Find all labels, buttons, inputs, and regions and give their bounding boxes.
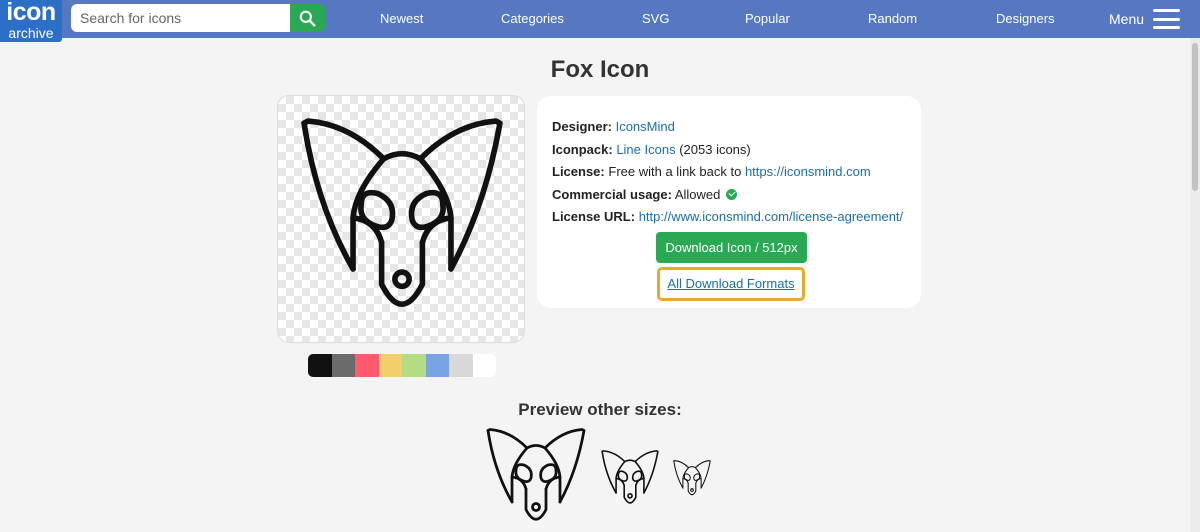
menu-label: Menu xyxy=(1109,11,1145,27)
site-logo[interactable]: icon archive xyxy=(0,0,62,42)
hamburger-icon xyxy=(1153,9,1181,29)
page-title: Fox Icon xyxy=(550,56,650,83)
fox-icon-small[interactable] xyxy=(673,460,711,498)
commercial-row: Commercial usage: Allowed xyxy=(552,184,906,207)
menu-button[interactable]: Menu xyxy=(1109,0,1181,38)
nav-newest[interactable]: Newest xyxy=(380,0,423,38)
nav-svg[interactable]: SVG xyxy=(642,0,669,38)
icon-preview xyxy=(277,95,525,343)
iconpack-row: Iconpack: Line Icons (2053 icons) xyxy=(552,139,906,162)
iconpack-link[interactable]: Line Icons xyxy=(616,142,675,157)
nav-random[interactable]: Random xyxy=(868,0,917,38)
top-navigation-bar: icon archive Newest Categories SVG Popul… xyxy=(0,0,1200,42)
logo-text-archive: archive xyxy=(8,25,54,41)
fox-icon-medium[interactable] xyxy=(601,450,659,508)
nav-popular[interactable]: Popular xyxy=(745,0,790,38)
designer-label: Designer: xyxy=(552,119,612,134)
license-row: License: Free with a link back to https:… xyxy=(552,161,906,184)
fox-icon xyxy=(300,118,504,322)
swatch-blue[interactable] xyxy=(425,354,449,377)
designer-link[interactable]: IconsMind xyxy=(616,119,675,134)
nav-categories[interactable]: Categories xyxy=(501,0,564,38)
fox-icon-large[interactable] xyxy=(486,428,586,528)
swatch-light-gray[interactable] xyxy=(449,354,473,377)
designer-row: Designer: IconsMind xyxy=(552,116,906,139)
page-scrollbar[interactable] xyxy=(1190,38,1200,532)
swatch-white[interactable] xyxy=(472,354,496,377)
swatch-red[interactable] xyxy=(355,354,379,377)
license-url-row: License URL: http://www.iconsmind.com/li… xyxy=(552,206,906,229)
preview-sizes-heading: Preview other sizes: xyxy=(518,400,682,419)
license-link[interactable]: https://iconsmind.com xyxy=(745,164,871,179)
color-swatches xyxy=(308,354,496,377)
search-button[interactable] xyxy=(290,4,325,32)
search-input[interactable] xyxy=(71,4,290,32)
license-url-label: License URL: xyxy=(552,209,636,224)
logo-text-icon: icon xyxy=(6,0,56,26)
swatch-yellow[interactable] xyxy=(378,354,402,377)
swatch-green[interactable] xyxy=(402,354,426,377)
swatch-gray[interactable] xyxy=(331,354,355,377)
commercial-value: Allowed xyxy=(674,186,721,202)
check-circle-icon xyxy=(726,188,737,200)
license-label: License: xyxy=(552,164,605,179)
license-url-link[interactable]: http://www.iconsmind.com/license-agreeme… xyxy=(639,209,903,224)
download-icon-button[interactable]: Download Icon / 512px xyxy=(656,232,807,263)
swatch-black[interactable] xyxy=(308,354,332,377)
search-bar xyxy=(71,4,325,32)
license-text: Free with a link back to xyxy=(608,164,742,179)
commercial-label: Commercial usage: xyxy=(552,186,672,202)
all-formats-label: All Download Formats xyxy=(667,276,795,291)
all-formats-button[interactable]: All Download Formats xyxy=(657,267,805,301)
search-icon xyxy=(299,10,316,26)
iconpack-count: (2053 icons) xyxy=(679,141,751,157)
nav-designers[interactable]: Designers xyxy=(996,0,1055,38)
iconpack-label: Iconpack: xyxy=(552,141,613,157)
icon-info-card: Designer: IconsMind Iconpack: Line Icons… xyxy=(537,96,921,308)
